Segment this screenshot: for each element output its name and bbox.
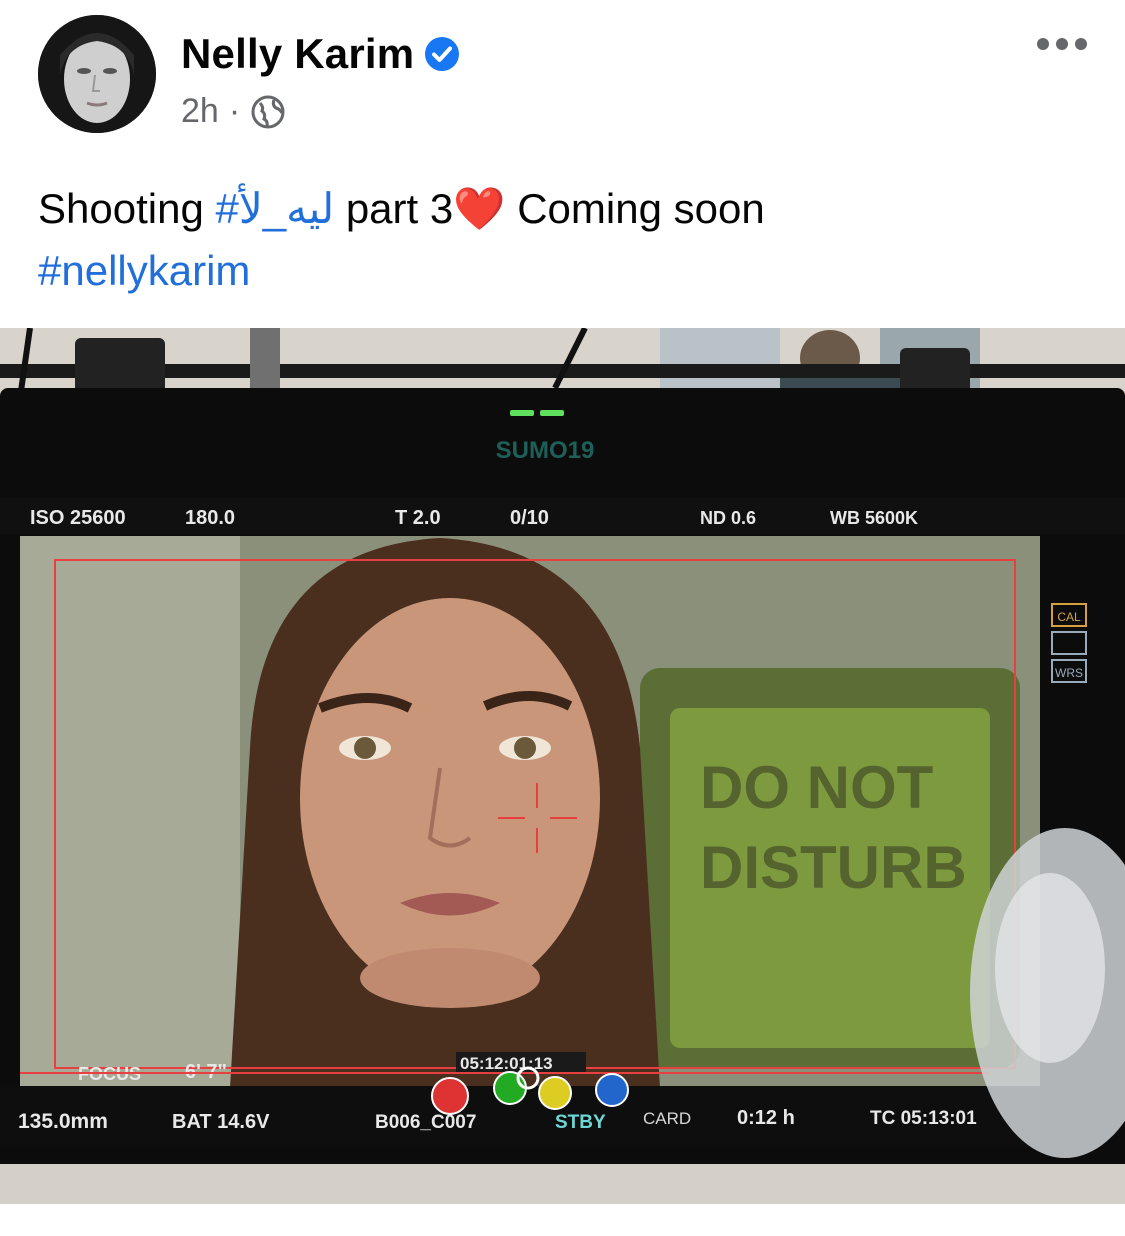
lens-readout: 135.0mm [18, 1110, 108, 1133]
caption-mid: part 3 [345, 185, 454, 232]
card-remaining: 0:12 h [737, 1107, 795, 1129]
more-options-icon[interactable] [1037, 32, 1087, 56]
post-header: Nelly Karim 2h · [0, 0, 1125, 150]
nd-readout: ND 0.6 [700, 508, 756, 528]
post-caption: Shooting #ليه_لأ part 3❤️ Coming soon #n… [38, 178, 1088, 302]
tally-light [510, 410, 534, 416]
iso-readout: ISO 25600 [30, 507, 126, 529]
cal-button: CAL [1057, 610, 1081, 624]
wrs-button: WRS [1055, 666, 1083, 680]
hashtag-nellykarim[interactable]: #nellykarim [38, 247, 250, 294]
hashtag-arabic[interactable]: #ليه_لأ [215, 185, 334, 232]
author-name[interactable]: Nelly Karim [181, 30, 460, 78]
post-footer-space [0, 1204, 1125, 1236]
menu-button-icon [595, 1073, 629, 1107]
battery-readout: BAT 14.6V [172, 1111, 270, 1133]
heart-emoji: ❤️ [453, 185, 506, 232]
shutter-readout: 180.0 [185, 507, 235, 529]
avatar-photo [38, 15, 156, 133]
frame-readout: 0/10 [510, 507, 549, 529]
verified-badge-icon [425, 37, 460, 71]
post-timestamp[interactable]: 2h [181, 92, 219, 131]
play-button-icon [493, 1071, 527, 1105]
wb-readout: WB 5600K [830, 508, 918, 528]
timecode-bottom: TC 05:13:01 [870, 1108, 977, 1129]
author-avatar[interactable] [38, 15, 156, 133]
record-button-icon [431, 1077, 469, 1115]
svg-text:DO NOT: DO NOT [700, 754, 933, 821]
timecode-top: 05:12:01:13 [460, 1054, 553, 1073]
camera-monitor-photo: SUMO19 ISO 25600 180.0 T 2.0 0/10 ND 0.6… [0, 328, 1125, 1204]
more-dot [1056, 38, 1068, 50]
clip-readout: B006_C007 [375, 1112, 476, 1133]
meta-separator: · [228, 92, 241, 130]
mon-button-icon [538, 1076, 572, 1110]
author-name-text[interactable]: Nelly Karim [181, 30, 414, 78]
post-photo[interactable]: SUMO19 ISO 25600 180.0 T 2.0 0/10 ND 0.6… [0, 328, 1125, 1204]
monitor-brand: SUMO19 [496, 437, 595, 464]
iris-readout: T 2.0 [395, 507, 441, 529]
status-readout: STBY [555, 1112, 606, 1133]
caption-intro: Shooting [38, 185, 204, 232]
caption-end: Coming soon [517, 185, 765, 232]
globe-icon[interactable] [250, 94, 286, 130]
more-dot [1037, 38, 1049, 50]
tally-light [540, 410, 564, 416]
card-label: CARD [643, 1109, 691, 1128]
post-meta: 2h · [181, 92, 286, 131]
svg-text:DISTURB: DISTURB [700, 834, 967, 901]
more-dot [1075, 38, 1087, 50]
